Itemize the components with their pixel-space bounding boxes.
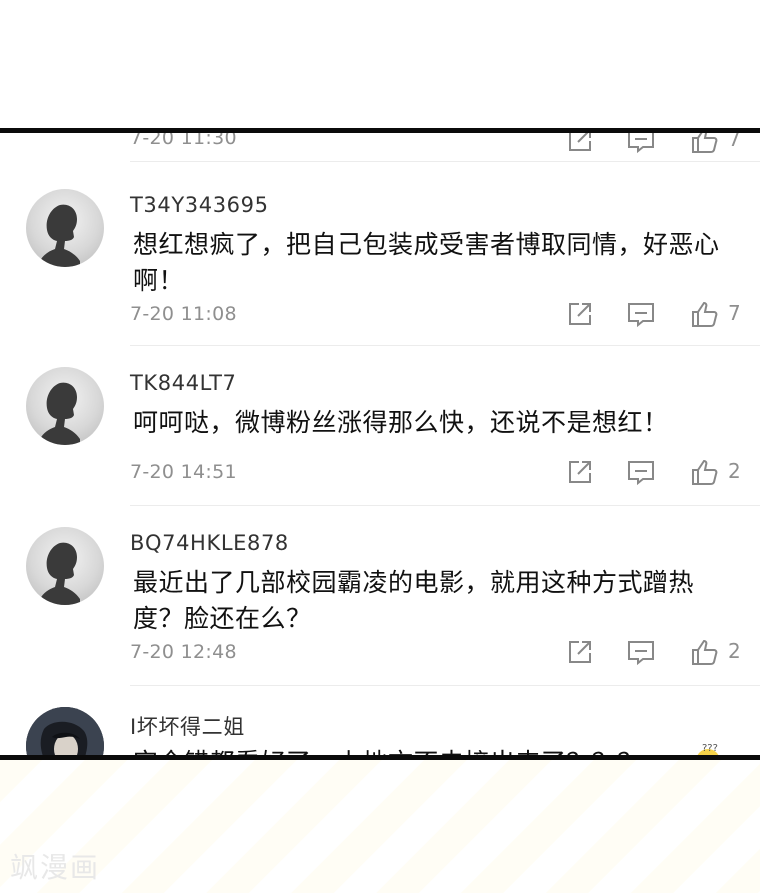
- comment-timestamp: 7-20 11:08: [130, 303, 237, 325]
- share-icon[interactable]: [565, 133, 595, 155]
- comment-timestamp: 7-20 14:51: [130, 461, 237, 483]
- comment-actions: 2: [560, 457, 750, 489]
- comment-timestamp: 7-20 11:30: [130, 133, 237, 149]
- comment-text: 最近出了几部校园霸凌的电影，就用这种方式蹭热度？脸还在么？: [133, 568, 695, 633]
- comment-text: 呵呵哒，微博粉丝涨得那么快，还说不是想红！: [133, 408, 669, 437]
- comment-text: 想红想疯了，把自己包装成受害者博取同情，好恶心啊！: [133, 230, 720, 295]
- thumbs-up-icon[interactable]: [690, 299, 720, 329]
- comic-background-pattern: [0, 760, 760, 893]
- svg-text:???: ???: [702, 743, 718, 754]
- comment-icon[interactable]: [626, 299, 656, 329]
- comment-actions: 2: [560, 637, 750, 669]
- comment-actions: 7: [560, 299, 750, 331]
- avatar[interactable]: [26, 707, 104, 755]
- comment-list-screen[interactable]: 7-20 11:30 7 T34Y343695 想红想疯了，把自己包装成受害者博…: [0, 133, 760, 755]
- share-icon[interactable]: [565, 299, 595, 329]
- comment-timestamp: 7-20 12:48: [130, 641, 237, 663]
- comment-username[interactable]: I坏坏得二姐: [130, 711, 245, 741]
- comment-username[interactable]: BQ74HKLE878: [130, 531, 289, 555]
- thumbs-up-icon[interactable]: [690, 457, 720, 487]
- share-icon[interactable]: [565, 637, 595, 667]
- avatar[interactable]: [26, 367, 104, 445]
- like-count: 2: [728, 639, 741, 663]
- thumbs-up-icon[interactable]: [690, 637, 720, 667]
- comic-page: 7-20 11:30 7 T34Y343695 想红想疯了，把自己包装成受害者博…: [0, 0, 760, 893]
- share-icon[interactable]: [565, 457, 595, 487]
- like-count: 7: [728, 133, 741, 151]
- comment-icon[interactable]: [626, 637, 656, 667]
- avatar[interactable]: [26, 189, 104, 267]
- like-count: 2: [728, 459, 741, 483]
- comment-icon[interactable]: [626, 457, 656, 487]
- divider: [130, 505, 760, 506]
- default-avatar-icon: [40, 204, 80, 267]
- like-count: 7: [728, 301, 741, 325]
- comment-actions: 7: [560, 133, 750, 157]
- avatar[interactable]: [26, 527, 104, 605]
- comment-text: 完全错都看好了，上地文不去接出来了？？？: [133, 745, 733, 755]
- default-avatar-icon: [40, 542, 80, 605]
- photo-avatar-icon: [26, 707, 104, 755]
- comment-username[interactable]: T34Y343695: [130, 193, 269, 217]
- partial-comment-footer: 7-20 11:30 7: [0, 133, 760, 157]
- thumbs-up-icon[interactable]: [690, 133, 720, 155]
- emoji-icon: ???: [697, 743, 719, 755]
- divider: [130, 685, 760, 686]
- divider: [130, 161, 760, 162]
- divider: [130, 345, 760, 346]
- default-avatar-icon: [40, 382, 80, 445]
- comment-username[interactable]: TK844LT7: [130, 371, 236, 395]
- watermark: 飒漫画: [10, 851, 101, 884]
- comment-icon[interactable]: [626, 133, 656, 155]
